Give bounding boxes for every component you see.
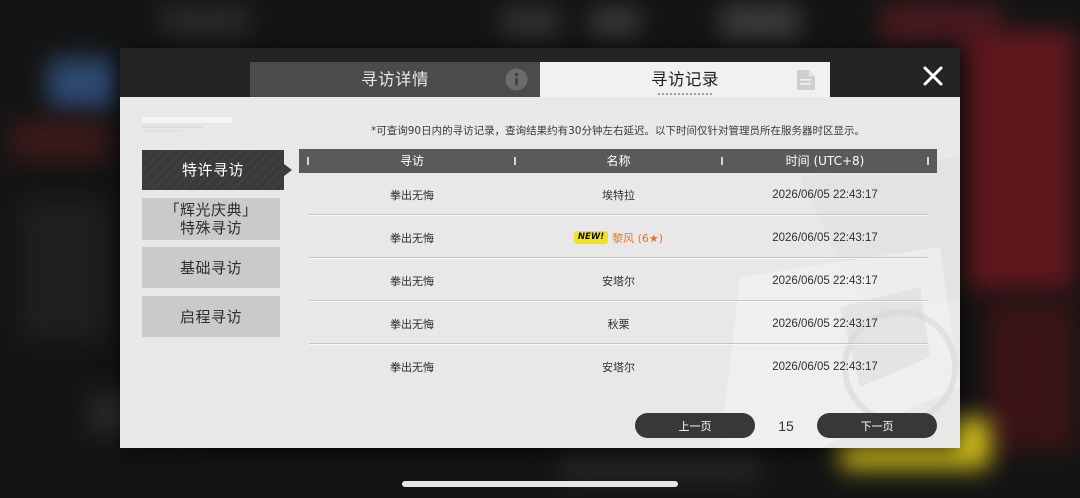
background-blur <box>560 452 760 482</box>
row-time: 2026/06/05 22:43:17 <box>772 274 878 287</box>
row-name-cell: NEW! 黎风 (6★) <box>515 216 722 259</box>
row-banner: 拳出无悔 <box>390 274 434 288</box>
row-banner: 拳出无悔 <box>390 231 434 245</box>
table-row: 拳出无悔 埃特拉 2026/06/05 22:43:17 <box>299 173 937 216</box>
background-blur <box>160 6 250 36</box>
table-row: 拳出无悔 秋栗 2026/06/05 22:43:17 <box>299 302 937 345</box>
table-row: 拳出无悔 安塔尔 2026/06/05 22:43:17 <box>299 345 937 388</box>
row-time: 2026/06/05 22:43:17 <box>772 231 878 244</box>
sidebar-item-special-permit[interactable]: 特许寻访 <box>142 150 284 190</box>
gacha-history-dialog: 寻访详情 寻访记录 特许寻访 「辉光庆典」 特殊寻访 基础寻访 启程寻访 *可查… <box>120 48 960 448</box>
background-blur <box>500 8 560 36</box>
tab-label: 寻访记录 <box>651 70 719 89</box>
active-pointer-icon <box>284 164 292 176</box>
table-body: 拳出无悔 埃特拉 2026/06/05 22:43:17 拳出无悔 NEW! 黎… <box>299 173 937 388</box>
dialog-header: 寻访详情 寻访记录 <box>120 48 960 97</box>
background-blur <box>720 6 800 38</box>
row-name: 黎风 (6★) <box>612 231 664 245</box>
row-name: 安塔尔 <box>602 360 635 374</box>
header-time: 时间 (UTC+8) <box>785 154 865 168</box>
notice-text: *可查询90日内的寻访记录，查询结果约有30分钟左右延迟。以下时间仅针对管理员所… <box>371 125 865 137</box>
logo-decoration <box>142 117 232 132</box>
dialog-body: 特许寻访 「辉光庆典」 特殊寻访 基础寻访 启程寻访 *可查询90日内的寻访记录… <box>120 97 960 448</box>
tab-details[interactable]: 寻访详情 <box>250 62 540 97</box>
row-banner: 拳出无悔 <box>390 317 434 331</box>
row-time: 2026/06/05 22:43:17 <box>772 188 878 201</box>
close-icon[interactable] <box>923 66 943 86</box>
new-badge: NEW! <box>573 231 609 244</box>
active-tab-underline <box>658 93 712 95</box>
sidebar-item-beginner[interactable]: 启程寻访 <box>142 296 280 337</box>
table-header: 寻访 名称 时间 (UTC+8) <box>299 149 937 173</box>
tab-label: 寻访详情 <box>361 70 429 89</box>
background-blur <box>48 58 116 108</box>
home-indicator[interactable] <box>402 481 678 487</box>
tab-records[interactable]: 寻访记录 <box>540 62 830 97</box>
sidebar-item-celebration[interactable]: 「辉光庆典」 特殊寻访 <box>142 198 280 240</box>
background-blur <box>985 300 1075 450</box>
background-blur <box>10 120 110 160</box>
header-banner: 寻访 <box>399 154 424 168</box>
page-number: 15 <box>778 417 794 434</box>
table-row: 拳出无悔 安塔尔 2026/06/05 22:43:17 <box>299 259 937 302</box>
row-name: 埃特拉 <box>602 188 635 202</box>
background-blur <box>590 8 640 36</box>
row-name: 安塔尔 <box>602 274 635 288</box>
header-name: 名称 <box>606 154 631 168</box>
background-blur <box>965 30 1075 290</box>
next-page-button[interactable]: 下一页 <box>817 413 937 438</box>
prev-page-button[interactable]: 上一页 <box>635 413 755 438</box>
row-time: 2026/06/05 22:43:17 <box>772 317 878 330</box>
sidebar-item-basic[interactable]: 基础寻访 <box>142 247 280 288</box>
info-icon <box>505 68 528 91</box>
row-banner: 拳出无悔 <box>390 360 434 374</box>
row-name: 秋栗 <box>607 317 630 331</box>
row-time: 2026/06/05 22:43:17 <box>772 360 878 373</box>
table-row: 拳出无悔 NEW! 黎风 (6★) 2026/06/05 22:43:17 <box>299 216 937 259</box>
document-icon <box>797 70 815 90</box>
background-blur <box>20 200 110 340</box>
row-banner: 拳出无悔 <box>390 188 434 202</box>
